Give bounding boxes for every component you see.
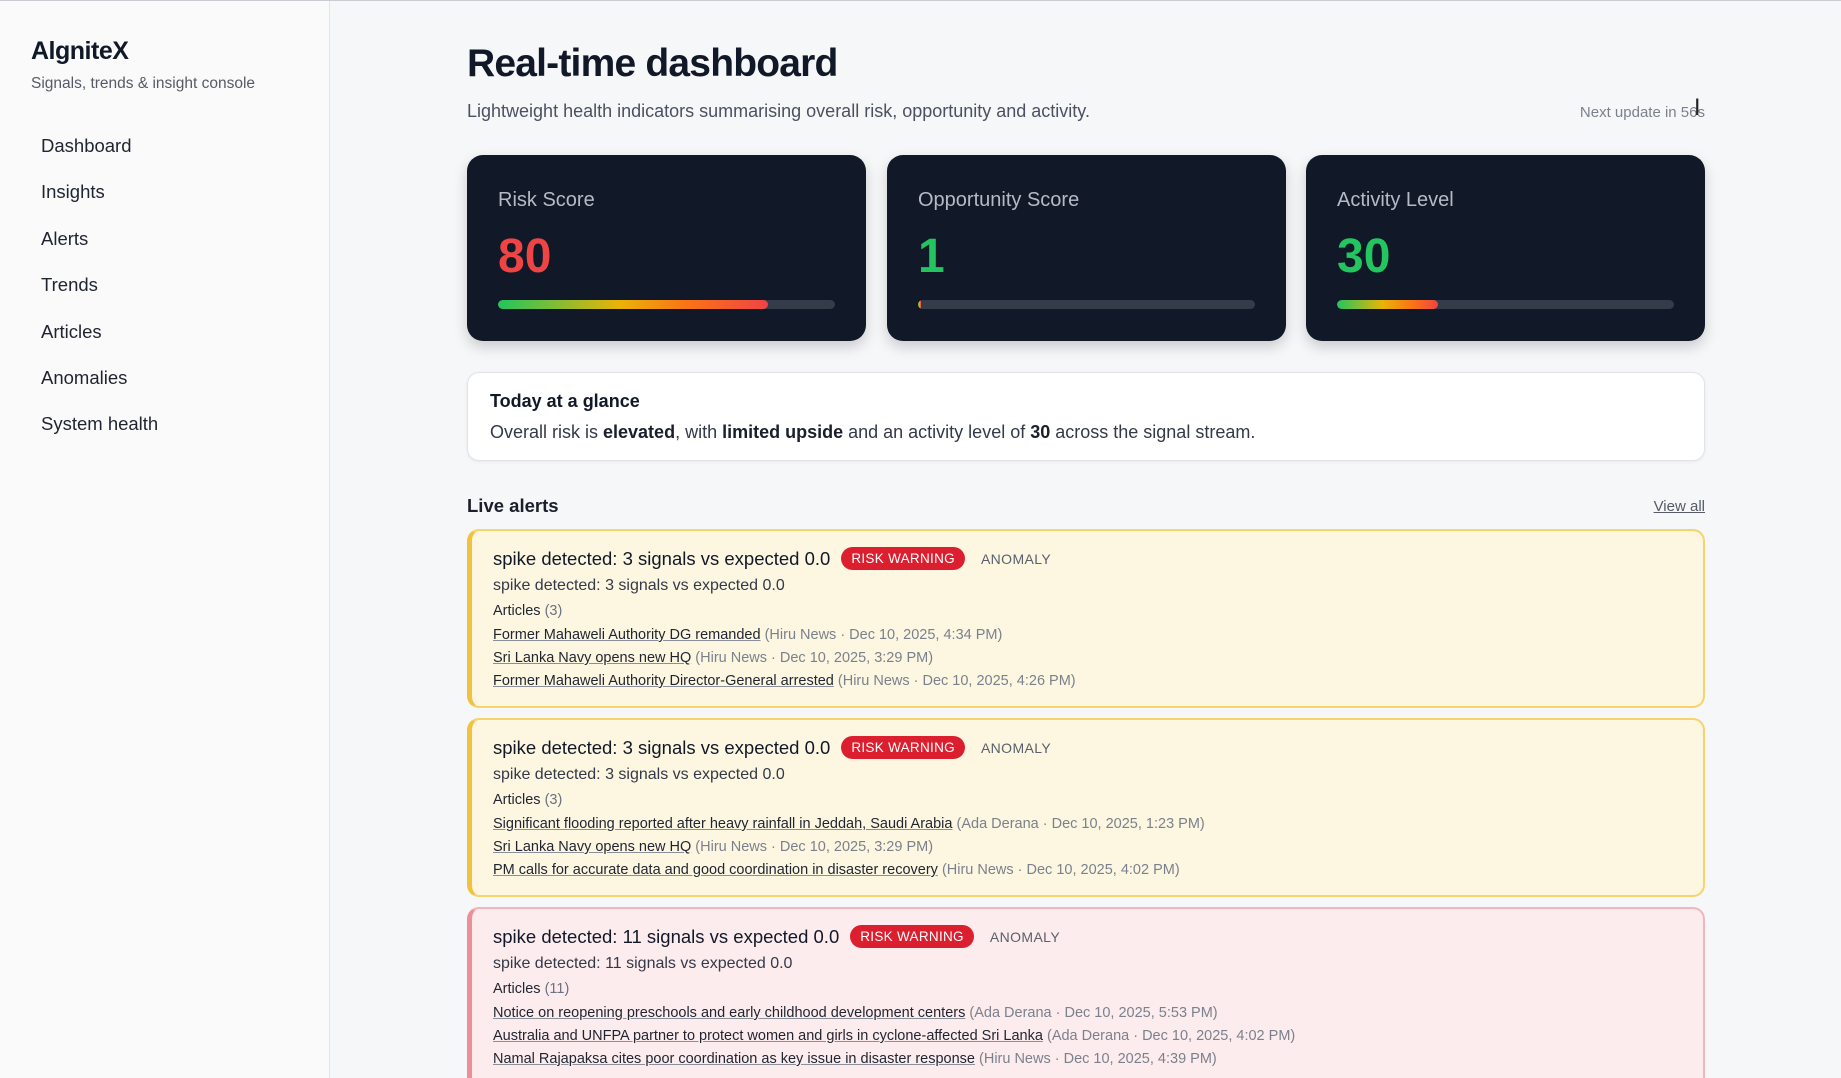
article-item: Australia and UNFPA partner to protect w…	[493, 1028, 1296, 1044]
article-link[interactable]: Former Mahaweli Authority DG remanded	[493, 627, 761, 643]
metric-value: 1	[918, 230, 945, 283]
sidebar-item-alerts[interactable]: Alerts	[41, 224, 158, 270]
article-item: Former Mahaweli Authority DG remanded (H…	[493, 627, 1003, 643]
risk-warning-badge: RISK WARNING	[841, 736, 965, 759]
metric-progress-track	[1337, 300, 1674, 309]
sidebar: AlgniteX Signals, trends & insight conso…	[0, 1, 330, 1078]
sidebar-item-dashboard[interactable]: Dashboard	[41, 131, 158, 177]
article-item: Sri Lanka Navy opens new HQ (Hiru News ·…	[493, 839, 934, 855]
main-content: Real-time dashboard Lightweight health i…	[467, 0, 1705, 1078]
page-subtitle: Lightweight health indicators summarisin…	[467, 101, 1090, 121]
article-link[interactable]: Australia and UNFPA partner to protect w…	[493, 1028, 1043, 1044]
metric-progress-fill	[498, 300, 768, 309]
sidebar-item-anomalies[interactable]: Anomalies	[41, 363, 158, 409]
metric-value: 30	[1337, 230, 1391, 283]
page-title: Real-time dashboard	[467, 42, 838, 85]
sidebar-item-system-health[interactable]: System health	[41, 409, 158, 455]
articles-label: Articles (3)	[493, 603, 563, 619]
anomaly-tag: ANOMALY	[980, 739, 1052, 756]
risk-warning-badge: RISK WARNING	[850, 925, 974, 948]
activity-level-card: Activity Level 30	[1306, 155, 1705, 341]
anomaly-tag: ANOMALY	[980, 550, 1052, 567]
glance-summary: Overall risk is elevated, with limited u…	[490, 422, 1256, 442]
metric-progress-track	[918, 300, 1255, 309]
alert-card[interactable]: spike detected: 11 signals vs expected 0…	[467, 907, 1705, 1078]
article-link[interactable]: Sri Lanka Navy opens new HQ	[493, 839, 691, 855]
alert-description: spike detected: 11 signals vs expected 0…	[493, 955, 793, 972]
article-link[interactable]: Namal Rajapaksa cites poor coordination …	[493, 1051, 975, 1067]
alert-card[interactable]: spike detected: 3 signals vs expected 0.…	[467, 718, 1705, 897]
article-link[interactable]: Sri Lanka Navy opens new HQ	[493, 650, 691, 666]
article-item: Significant flooding reported after heav…	[493, 816, 1205, 832]
opportunity-score-card: Opportunity Score 1	[887, 155, 1286, 341]
alert-header: spike detected: 11 signals vs expected 0…	[493, 925, 1060, 948]
alert-card[interactable]: spike detected: 3 signals vs expected 0.…	[467, 529, 1705, 708]
next-update-countdown: Next update in 56s	[1579, 104, 1705, 121]
metric-label: Risk Score	[498, 189, 595, 211]
alert-header: spike detected: 3 signals vs expected 0.…	[493, 736, 1051, 759]
article-link[interactable]: Former Mahaweli Authority Director-Gener…	[493, 673, 834, 689]
sidebar-nav: Dashboard Insights Alerts Trends Article…	[41, 131, 158, 456]
article-item: PM calls for accurate data and good coor…	[493, 862, 1180, 878]
metric-label: Activity Level	[1337, 189, 1454, 211]
sidebar-item-insights[interactable]: Insights	[41, 177, 158, 223]
glance-title: Today at a glance	[490, 391, 640, 411]
today-at-a-glance-card: Today at a glance Overall risk is elevat…	[467, 372, 1705, 461]
article-link[interactable]: PM calls for accurate data and good coor…	[493, 862, 938, 878]
sidebar-item-trends[interactable]: Trends	[41, 270, 158, 316]
anomaly-tag: ANOMALY	[989, 928, 1061, 945]
article-item: Sri Lanka Navy opens new HQ (Hiru News ·…	[493, 650, 934, 666]
metric-progress-fill	[918, 300, 922, 309]
alert-header: spike detected: 3 signals vs expected 0.…	[493, 547, 1051, 570]
articles-label: Articles (11)	[493, 981, 570, 997]
text-cursor-icon: I	[1694, 96, 1701, 121]
alert-title: spike detected: 11 signals vs expected 0…	[493, 925, 840, 947]
articles-label: Articles (3)	[493, 792, 563, 808]
metric-progress-fill	[1337, 300, 1439, 309]
alert-title: spike detected: 3 signals vs expected 0.…	[493, 547, 831, 569]
alert-description: spike detected: 3 signals vs expected 0.…	[493, 577, 785, 594]
metric-progress-track	[498, 300, 835, 309]
article-item: Former Mahaweli Authority Director-Gener…	[493, 673, 1076, 689]
article-item: Namal Rajapaksa cites poor coordination …	[493, 1051, 1217, 1067]
alert-description: spike detected: 3 signals vs expected 0.…	[493, 766, 785, 783]
app-tagline: Signals, trends & insight console	[31, 75, 256, 92]
risk-warning-badge: RISK WARNING	[841, 547, 965, 570]
article-link[interactable]: Significant flooding reported after heav…	[493, 816, 952, 832]
article-item: Notice on reopening preschools and early…	[493, 1005, 1218, 1021]
live-alerts-heading: Live alerts	[467, 495, 559, 516]
risk-score-card: Risk Score 80	[467, 155, 866, 341]
alert-title: spike detected: 3 signals vs expected 0.…	[493, 736, 831, 758]
app-logo-text: AlgniteX	[31, 37, 129, 65]
view-all-link[interactable]: View all	[1654, 498, 1705, 515]
article-link[interactable]: Notice on reopening preschools and early…	[493, 1005, 965, 1021]
metric-label: Opportunity Score	[918, 189, 1080, 211]
metric-value: 80	[498, 230, 552, 283]
sidebar-item-articles[interactable]: Articles	[41, 317, 158, 363]
